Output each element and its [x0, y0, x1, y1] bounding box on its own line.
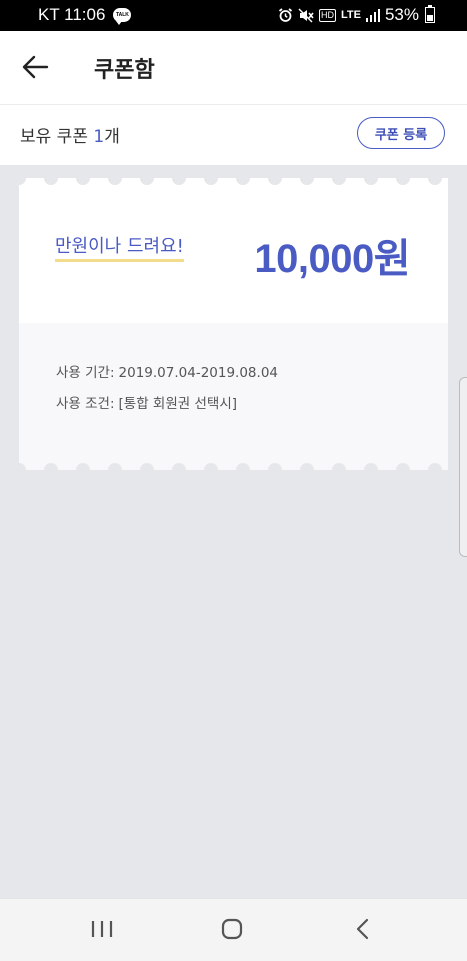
coupon-name: 만원이나 드려요! — [55, 236, 184, 262]
coupon-summary-bar: 보유 쿠폰 1개 쿠폰 등록 — [0, 105, 467, 165]
coupon-period-label: 사용 기간: — [56, 365, 115, 381]
recent-apps-button[interactable] — [82, 913, 122, 945]
back-button[interactable] — [18, 49, 54, 85]
bottom-edge-notch — [332, 463, 346, 470]
bottom-edge-notch — [268, 463, 282, 470]
system-back-button[interactable] — [342, 913, 382, 945]
coupon-count-number: 1 — [93, 127, 105, 147]
coupon-condition-label: 사용 조건: — [56, 396, 115, 412]
status-bar: KT 11:06 TALK HD LTE 53% — [0, 0, 467, 31]
back-icon — [356, 918, 369, 940]
home-icon — [221, 918, 243, 940]
home-button[interactable] — [212, 913, 252, 945]
bottom-edge-notch — [236, 463, 250, 470]
coupon-period-value: 2019.07.04-2019.08.04 — [118, 365, 278, 381]
bottom-edge-notch — [396, 463, 410, 470]
coupon-period: 사용 기간: 2019.07.04-2019.08.04 — [56, 361, 278, 381]
bottom-edge-notch — [204, 463, 218, 470]
coupon-condition: 사용 조건: [통합 회원권 선택시] — [56, 392, 237, 412]
coupon-count-suffix: 개 — [104, 127, 120, 147]
bottom-edge-notch — [428, 463, 442, 470]
mute-icon — [298, 8, 314, 23]
status-right: HD LTE 53% — [278, 5, 435, 25]
coupon-count-prefix: 보유 쿠폰 — [20, 127, 94, 147]
navigation-bar — [0, 898, 467, 961]
register-coupon-button[interactable]: 쿠폰 등록 — [357, 117, 445, 149]
bottom-edge-notch — [364, 463, 378, 470]
lte-icon: LTE — [341, 9, 361, 21]
bottom-edge-notch — [172, 463, 186, 470]
coupon-amount: 10,000원 — [254, 237, 410, 281]
coupon-card[interactable]: 만원이나 드려요! 10,000원 사용 기간: 2019.07.04-2019.… — [19, 178, 448, 470]
alarm-icon — [278, 7, 293, 23]
battery-icon — [425, 5, 435, 23]
signal-icon — [365, 8, 380, 22]
kakaotalk-icon: TALK — [113, 8, 132, 25]
recent-apps-icon — [91, 921, 113, 937]
status-left: KT 11:06 TALK — [38, 5, 132, 25]
bottom-edge-notch — [44, 463, 58, 470]
back-arrow-icon — [22, 55, 49, 79]
bottom-edge-notch — [108, 463, 122, 470]
bottom-edge-notch — [300, 463, 314, 470]
app-header: 쿠폰함 — [0, 31, 467, 105]
hd-icon: HD — [319, 8, 336, 22]
battery-percent: 53% — [384, 5, 419, 24]
coupon-condition-value: [통합 회원권 선택시] — [118, 396, 238, 412]
coupon-count: 보유 쿠폰 1개 — [20, 122, 120, 147]
page-title: 쿠폰함 — [94, 58, 155, 83]
carrier-time: KT 11:06 — [38, 5, 106, 24]
bottom-edge-notch — [76, 463, 90, 470]
bottom-edge-notch — [140, 463, 154, 470]
edge-panel-handle[interactable] — [459, 377, 467, 557]
